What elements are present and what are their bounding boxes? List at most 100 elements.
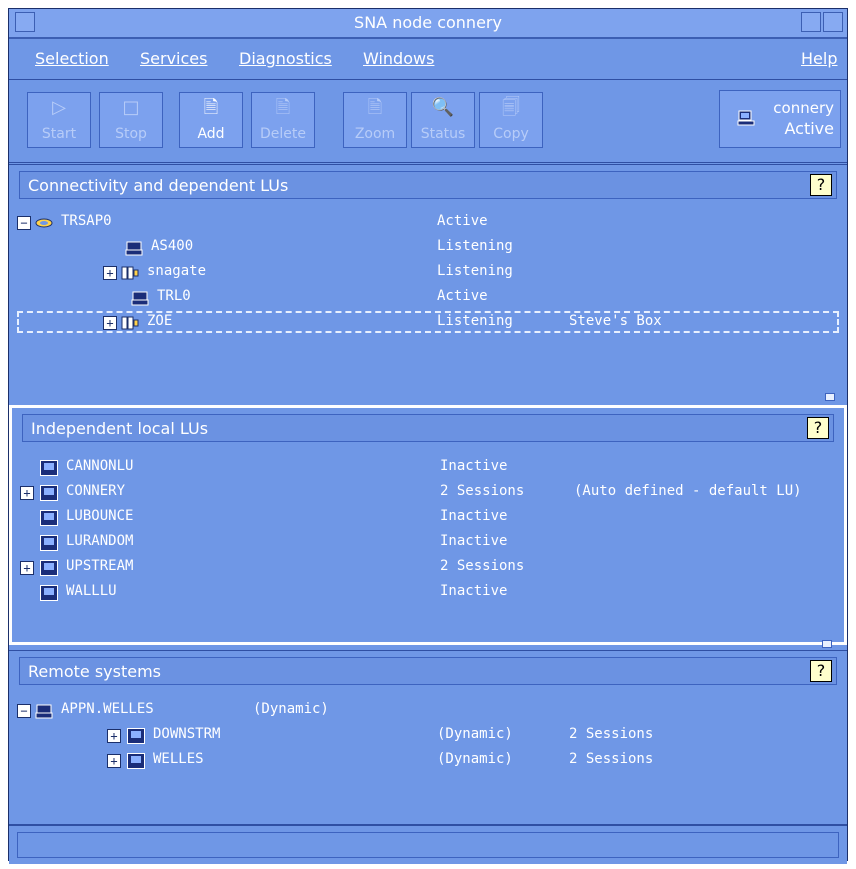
status-icon: 🔍 xyxy=(431,97,455,118)
copy-icon: 🗐 xyxy=(502,97,520,118)
expand-toggle[interactable]: + xyxy=(107,729,121,743)
zoom-button[interactable]: 🗎 Zoom xyxy=(343,92,407,148)
start-button[interactable]: ▷ Start xyxy=(27,92,91,148)
item-status: 2 Sessions xyxy=(440,558,525,574)
monitor-icon xyxy=(40,560,58,576)
list-item[interactable]: CANNONLU Inactive xyxy=(12,458,844,480)
item-status: 2 Sessions xyxy=(440,483,525,499)
item-status: Listening xyxy=(437,263,513,279)
menu-windows[interactable]: Windows xyxy=(363,49,434,68)
list-item[interactable]: + UPSTREAM 2 Sessions xyxy=(12,558,844,580)
chain-icon xyxy=(121,316,139,330)
panel-resize-handle[interactable] xyxy=(822,640,832,648)
list-item[interactable]: LURANDOM Inactive xyxy=(12,533,844,555)
remote-systems-panel: Remote systems ? − APPN.WELLES (Dynamic)… xyxy=(9,650,847,821)
item-name: APPN.WELLES xyxy=(61,701,154,717)
panel-header: Independent local LUs ? xyxy=(22,414,834,442)
delete-button[interactable]: 🗎 Delete xyxy=(251,92,315,148)
panel-header: Remote systems ? xyxy=(19,657,837,685)
zoom-icon: 🗎 xyxy=(367,97,383,118)
list-item[interactable]: + WELLES (Dynamic) 2 Sessions xyxy=(9,751,847,773)
menu-selection[interactable]: Selection xyxy=(35,49,109,68)
window-title: SNA node connery xyxy=(354,13,502,32)
item-note: Steve's Box xyxy=(569,313,662,329)
selected-list-item[interactable]: + ZOE Listening Steve's Box xyxy=(9,311,847,335)
title-bar: SNA node connery xyxy=(9,9,847,39)
item-name: WALLLU xyxy=(66,583,117,599)
chain-icon xyxy=(121,266,139,280)
computer-icon xyxy=(131,291,149,306)
menu-help[interactable]: Help xyxy=(801,49,837,68)
collapse-toggle[interactable]: − xyxy=(17,216,31,230)
selection-outline xyxy=(17,311,839,333)
help-icon[interactable]: ? xyxy=(807,417,829,439)
expand-toggle[interactable]: + xyxy=(103,316,117,330)
list-item[interactable]: + DOWNSTRM (Dynamic) 2 Sessions xyxy=(9,726,847,748)
monitor-icon xyxy=(40,585,58,601)
monitor-icon xyxy=(40,510,58,526)
list-item[interactable]: − APPN.WELLES (Dynamic) xyxy=(9,701,847,723)
sna-node-window: SNA node connery Selection Services Diag… xyxy=(8,8,848,864)
copy-button[interactable]: 🗐 Copy xyxy=(479,92,543,148)
connectivity-panel: Connectivity and dependent LUs ? − TRSAP… xyxy=(9,164,847,401)
monitor-icon xyxy=(40,535,58,551)
node-status-indicator: connery Active xyxy=(719,90,841,148)
expand-toggle[interactable]: + xyxy=(20,486,34,500)
item-name: LUBOUNCE xyxy=(66,508,134,524)
list-item[interactable]: + CONNERY 2 Sessions (Auto defined - def… xyxy=(12,483,844,505)
help-icon[interactable]: ? xyxy=(810,174,832,196)
expand-toggle[interactable]: + xyxy=(20,561,34,575)
computer-icon xyxy=(125,241,143,256)
item-name: AS400 xyxy=(151,238,194,254)
list-item[interactable]: + snagate Listening xyxy=(9,263,847,285)
monitor-icon xyxy=(127,753,145,769)
list-item[interactable]: WALLLU Inactive xyxy=(12,583,844,605)
panel-title: Independent local LUs xyxy=(31,419,209,438)
computer-icon xyxy=(737,110,755,126)
item-name: DOWNSTRM xyxy=(153,726,221,742)
item-status: Active xyxy=(437,213,488,229)
list-item[interactable]: − TRSAP0 Active xyxy=(9,213,847,235)
maximize-button[interactable] xyxy=(823,12,843,32)
panel-title: Connectivity and dependent LUs xyxy=(28,176,289,195)
item-status: Inactive xyxy=(440,508,508,524)
minimize-button[interactable] xyxy=(801,12,821,32)
item-status: (Dynamic) xyxy=(437,751,513,767)
item-status: Inactive xyxy=(440,533,508,549)
item-name: UPSTREAM xyxy=(66,558,134,574)
menu-diagnostics[interactable]: Diagnostics xyxy=(239,49,332,68)
item-note: 2 Sessions xyxy=(569,726,654,742)
stop-button[interactable]: □ Stop xyxy=(99,92,163,148)
node-state: Active xyxy=(784,119,835,138)
status-message-area xyxy=(17,832,839,858)
list-item[interactable]: AS400 Listening xyxy=(9,238,847,260)
panel-title: Remote systems xyxy=(28,662,161,681)
computer-icon xyxy=(35,704,53,719)
collapse-toggle[interactable]: − xyxy=(17,704,31,718)
panel-header: Connectivity and dependent LUs ? xyxy=(19,171,837,199)
status-button[interactable]: 🔍 Status xyxy=(411,92,475,148)
add-icon: 🗎 xyxy=(203,97,219,118)
stop-icon: □ xyxy=(122,97,140,118)
play-icon: ▷ xyxy=(52,97,66,118)
expand-toggle[interactable]: + xyxy=(103,266,117,280)
item-name: CONNERY xyxy=(66,483,126,499)
list-item[interactable]: TRL0 Active xyxy=(9,288,847,310)
add-button[interactable]: 🗎 Add xyxy=(179,92,243,148)
item-name: CANNONLU xyxy=(66,458,134,474)
independent-local-lus-panel: Independent local LUs ? CANNONLU Inactiv… xyxy=(9,405,847,648)
help-icon[interactable]: ? xyxy=(810,660,832,682)
item-name: ZOE xyxy=(147,313,173,329)
panel-resize-handle[interactable] xyxy=(825,393,835,401)
item-name: snagate xyxy=(147,263,207,279)
monitor-icon xyxy=(127,728,145,744)
item-status: (Dynamic) xyxy=(437,726,513,742)
item-name: TRSAP0 xyxy=(61,213,112,229)
item-status: Inactive xyxy=(440,583,508,599)
item-note: 2 Sessions xyxy=(569,751,654,767)
expand-toggle[interactable]: + xyxy=(107,754,121,768)
list-item[interactable]: LUBOUNCE Inactive xyxy=(12,508,844,530)
toolbar: ▷ Start □ Stop 🗎 Add 🗎 Delete 🗎 Zoom 🔍 S… xyxy=(9,80,847,163)
port-icon xyxy=(35,218,53,228)
menu-services[interactable]: Services xyxy=(140,49,207,68)
